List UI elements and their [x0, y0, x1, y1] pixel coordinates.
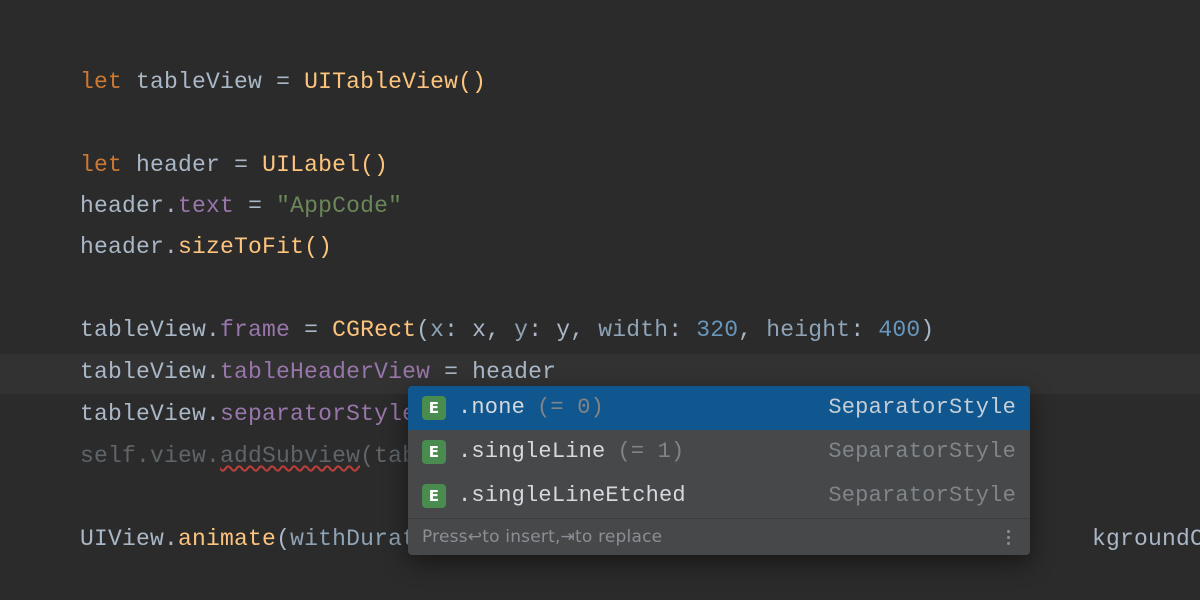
autocomplete-popup[interactable]: E .none (= 0) SeparatorStyle E .singleLi… [408, 386, 1030, 555]
arg-label: height [766, 317, 850, 343]
method-call: sizeToFit() [178, 234, 332, 260]
arg-label: width [598, 317, 668, 343]
autocomplete-item-type: SeparatorStyle [828, 388, 1016, 428]
enter-key-icon: ↩ [468, 517, 482, 555]
autocomplete-item-name: .singleLine [458, 432, 605, 472]
autocomplete-item-selected[interactable]: E .none (= 0) SeparatorStyle [408, 386, 1030, 430]
colon: : [668, 317, 696, 343]
autocomplete-item[interactable]: E .singleLine (= 1) SeparatorStyle [408, 430, 1030, 474]
paren-close: ) [920, 317, 934, 343]
autocomplete-item-type: SeparatorStyle [828, 476, 1016, 516]
paren-open: ( [276, 526, 290, 552]
method-call: animate [178, 526, 276, 552]
keyword-let: let [80, 69, 122, 95]
enum-badge-icon: E [422, 440, 446, 464]
autocomplete-item-name: .singleLineEtched [458, 476, 686, 516]
autocomplete-item-value: (= 1) [617, 432, 684, 472]
equals: = [276, 69, 304, 95]
enum-badge-icon: E [422, 484, 446, 508]
code-line-tail: kgroundColor [1036, 479, 1200, 599]
keyword-self: self [80, 443, 136, 469]
comma: , [570, 317, 598, 343]
identifier: tableView [122, 69, 276, 95]
hint-text: Press [422, 517, 468, 555]
type-call: UITableView() [304, 69, 486, 95]
object-ref: header. [80, 234, 178, 260]
type-name: UIView. [80, 526, 178, 552]
autocomplete-item-type: SeparatorStyle [828, 432, 1016, 472]
autocomplete-item-value: (= 0) [537, 388, 604, 428]
comma: , [738, 317, 766, 343]
autocomplete-item-name: .none [458, 388, 525, 428]
member-access: .view. [136, 443, 220, 469]
hint-text: to insert, [482, 517, 560, 555]
autocomplete-hint: Press ↩ to insert, ⇥ to replace [408, 518, 1030, 555]
number-literal: 320 [696, 317, 738, 343]
code-editor[interactable]: let tableView = UITableView() let header… [0, 0, 1200, 600]
number-literal: 400 [878, 317, 920, 343]
method-call-error: addSubview [220, 443, 360, 469]
arg-value: y [556, 317, 570, 343]
autocomplete-item[interactable]: E .singleLineEtched SeparatorStyle [408, 474, 1030, 518]
more-options-icon[interactable] [1000, 530, 1016, 545]
colon: : [850, 317, 878, 343]
tab-key-icon: ⇥ [561, 517, 575, 555]
paren-open: ( [360, 443, 374, 469]
identifier: header [472, 359, 556, 385]
identifier-tail: kgroundColor [1092, 526, 1200, 552]
arg-label: withDurat [290, 526, 416, 552]
enum-badge-icon: E [422, 396, 446, 420]
code-line: UIView.animate(withDurat [24, 479, 416, 599]
hint-text: to replace [575, 517, 662, 555]
